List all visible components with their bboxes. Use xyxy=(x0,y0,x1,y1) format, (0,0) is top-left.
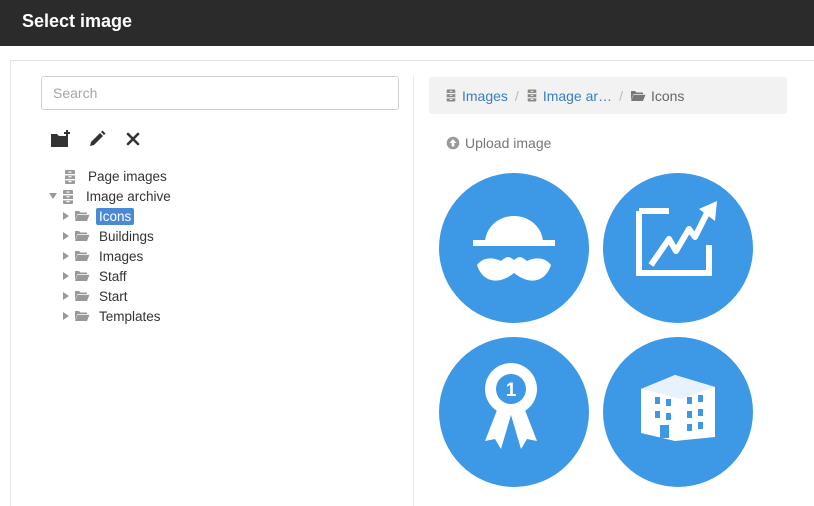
upload-label: Upload image xyxy=(465,135,552,151)
breadcrumb-label: Images xyxy=(462,87,508,104)
folder-open-icon xyxy=(74,289,90,303)
tree-node-label: Templates xyxy=(99,308,161,324)
tree-node-label: Image archive xyxy=(86,188,171,204)
building-icon xyxy=(641,375,715,441)
dialog-title: Select image xyxy=(22,11,133,31)
tree-node-label: Icons xyxy=(96,207,135,225)
image-thumbnail[interactable] xyxy=(439,173,589,323)
tree-folder-templates[interactable]: Templates xyxy=(61,306,164,326)
tree-folder-staff[interactable]: Staff xyxy=(61,266,130,286)
folder-open-icon xyxy=(74,269,90,283)
image-thumbnail[interactable] xyxy=(603,337,753,487)
upload-image-button[interactable]: Upload image xyxy=(446,135,551,151)
caret-right-icon[interactable] xyxy=(61,291,71,301)
hat-mustache-icon xyxy=(473,216,555,281)
award-badge-text: 1 xyxy=(506,380,517,401)
folder-open-icon xyxy=(74,229,90,243)
archive-icon xyxy=(446,89,456,102)
image-thumbnail[interactable] xyxy=(603,173,753,323)
breadcrumb-separator: / xyxy=(619,87,623,104)
tree-folder-buildings[interactable]: Buildings xyxy=(61,226,157,246)
caret-down-icon[interactable] xyxy=(48,191,58,201)
breadcrumb: Images / Image ar… / Icons xyxy=(429,77,787,114)
folder-open-icon xyxy=(74,249,90,263)
pencil-icon xyxy=(90,130,106,146)
tree-node-label: Page images xyxy=(88,168,167,184)
tree-node-page-images[interactable]: Page images xyxy=(63,166,170,186)
tree-folder-images[interactable]: Images xyxy=(61,246,146,266)
caret-right-icon[interactable] xyxy=(61,251,71,261)
breadcrumb-label: Icons xyxy=(650,87,685,104)
tree-node-label: Images xyxy=(99,248,144,264)
breadcrumb-item-icons: Icons xyxy=(630,88,684,104)
search-input[interactable] xyxy=(41,76,399,110)
new-folder-button[interactable] xyxy=(49,127,73,151)
panel-divider xyxy=(413,75,414,506)
close-icon xyxy=(126,132,140,146)
rename-button[interactable] xyxy=(85,127,109,151)
caret-right-icon[interactable] xyxy=(61,271,71,281)
breadcrumb-item-image-archive[interactable]: Image ar… xyxy=(526,88,612,104)
tree-node-label: Buildings xyxy=(99,228,154,244)
caret-right-icon[interactable] xyxy=(61,231,71,241)
image-thumbnail[interactable]: 1 xyxy=(439,337,589,487)
folder-open-icon xyxy=(74,209,90,223)
new-folder-icon xyxy=(51,130,70,147)
dialog-header: Select image xyxy=(0,0,814,46)
breadcrumb-label: Image ar… xyxy=(542,87,613,104)
breadcrumb-separator: / xyxy=(514,87,519,104)
folder-open-icon xyxy=(630,91,646,101)
caret-right-icon[interactable] xyxy=(61,211,71,221)
upload-icon xyxy=(446,136,460,150)
delete-button[interactable] xyxy=(121,127,145,151)
archive-icon xyxy=(527,89,537,102)
growth-chart-icon xyxy=(636,201,717,276)
tree-folder-start[interactable]: Start xyxy=(61,286,131,306)
tree-node-label: Start xyxy=(99,288,128,304)
tree-node-label: Staff xyxy=(99,268,127,284)
archive-icon xyxy=(61,189,77,204)
folder-open-icon xyxy=(74,309,90,323)
caret-right-icon[interactable] xyxy=(61,311,71,321)
award-ribbon-icon: 1 xyxy=(485,363,537,449)
tree-folder-icons[interactable]: Icons xyxy=(61,206,135,226)
breadcrumb-item-images[interactable]: Images xyxy=(445,88,508,104)
archive-icon xyxy=(63,169,79,184)
tree-node-image-archive[interactable]: Image archive xyxy=(48,186,174,206)
